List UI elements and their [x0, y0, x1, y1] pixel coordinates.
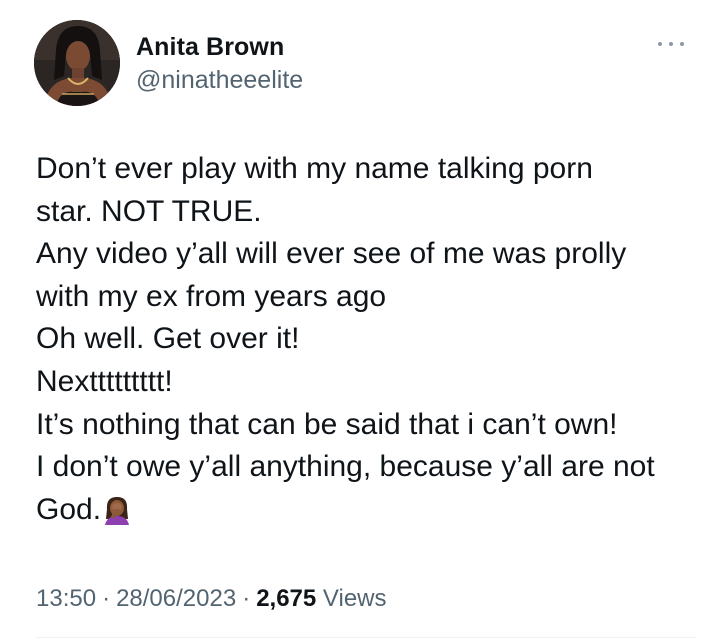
- tweet-date[interactable]: 28/06/2023: [116, 585, 236, 612]
- author-names: Anita Brown @ninatheeelite: [136, 32, 303, 96]
- tweet-line: Nexttttttttt!: [36, 364, 173, 398]
- avatar-photo-icon: [34, 20, 120, 106]
- meta-separator: ·: [242, 585, 251, 612]
- tweet-card: Anita Brown @ninatheeelite Don’t ever pl…: [0, 0, 720, 641]
- more-options-icon[interactable]: [658, 40, 684, 48]
- meta-separator: ·: [102, 585, 111, 612]
- views-count[interactable]: 2,675: [256, 585, 316, 612]
- views-label: Views: [322, 585, 387, 612]
- more-dot: [658, 42, 662, 46]
- tweet-time[interactable]: 13:50: [36, 585, 96, 612]
- tweet-line: Any video y’all will ever see of me was …: [36, 237, 627, 271]
- tweet-line: It’s nothing that can be said that i can…: [36, 407, 618, 441]
- tweet-meta: 13:50 · 28/06/2023 · 2,675 Views: [36, 583, 387, 615]
- more-dot: [669, 42, 673, 46]
- tweet-text: Don’t ever play with my name talking por…: [36, 148, 696, 537]
- tweet-line: Don’t ever play with my name talking por…: [36, 152, 593, 185]
- divider: [36, 637, 696, 638]
- tweet-line: God.: [36, 492, 102, 526]
- tweet-line: Oh well. Get over it!: [36, 322, 300, 356]
- author-avatar[interactable]: [34, 20, 120, 106]
- author-handle[interactable]: @ninatheeelite: [136, 64, 303, 96]
- tweet-last-line: God.: [36, 489, 696, 538]
- tweet-line: I don’t owe y’all anything, because y’al…: [36, 450, 655, 484]
- tweet-line: star. NOT TRUE.: [36, 194, 262, 228]
- more-dot: [680, 42, 684, 46]
- tweet-header: Anita Brown @ninatheeelite: [34, 20, 694, 112]
- woman-facepalming-icon: [103, 495, 131, 538]
- author-display-name[interactable]: Anita Brown: [136, 32, 303, 62]
- tweet-line: with my ex from years ago: [36, 279, 387, 313]
